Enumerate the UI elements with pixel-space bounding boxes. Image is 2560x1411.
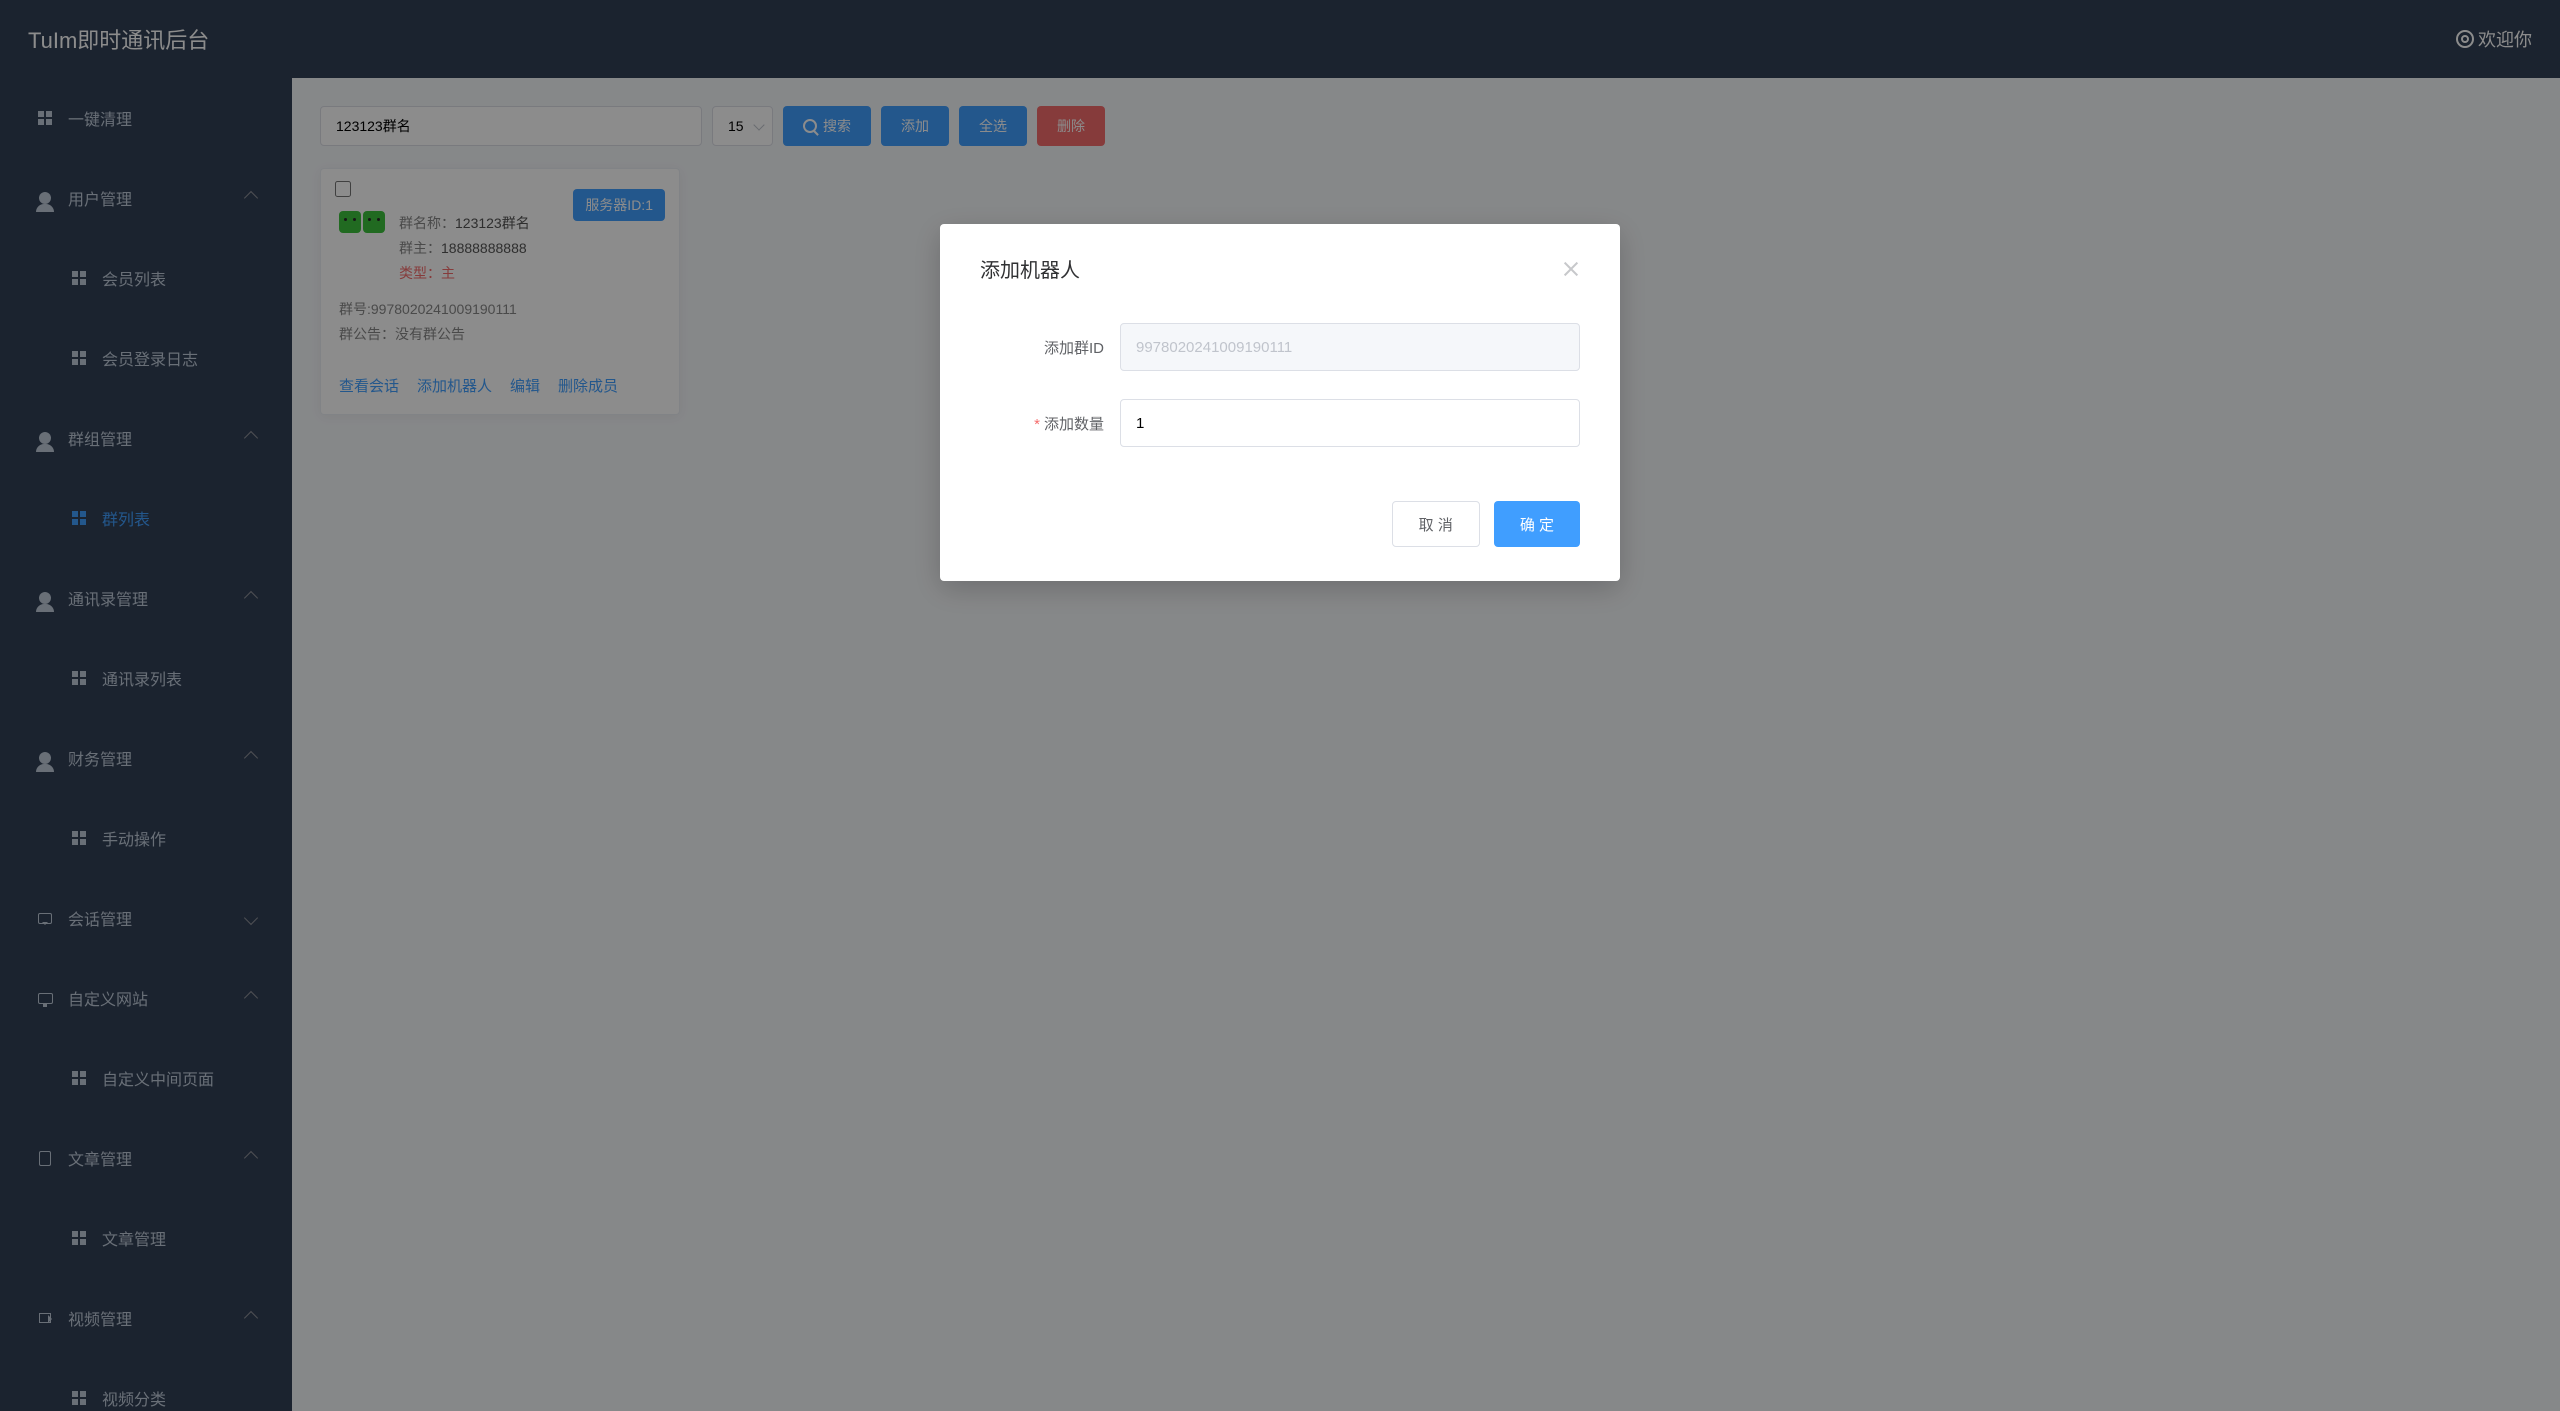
cancel-button[interactable]: 取 消 xyxy=(1392,501,1480,547)
group-id-label: 添加群ID xyxy=(980,337,1120,358)
dialog-mask[interactable] xyxy=(0,0,2560,1411)
confirm-button[interactable]: 确 定 xyxy=(1494,501,1580,547)
add-robot-dialog: 添加机器人 添加群ID *添加数量 取 消 确 定 xyxy=(940,224,1620,581)
close-icon[interactable] xyxy=(1562,260,1580,278)
count-label: *添加数量 xyxy=(980,413,1120,434)
count-input[interactable] xyxy=(1120,399,1580,447)
group-id-input xyxy=(1120,323,1580,371)
dialog-title: 添加机器人 xyxy=(980,254,1080,283)
